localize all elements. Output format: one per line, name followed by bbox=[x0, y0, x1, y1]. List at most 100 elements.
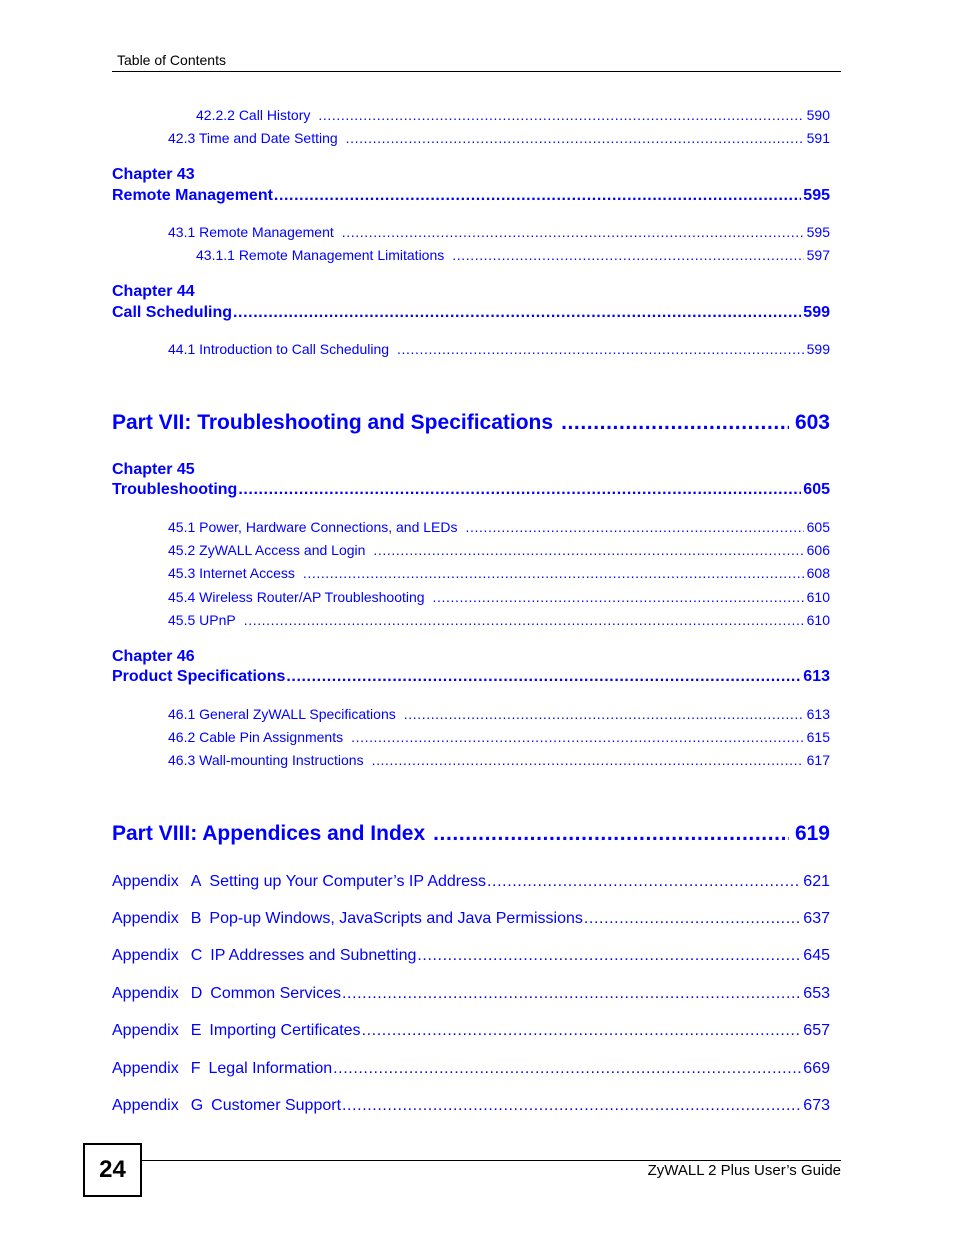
entry-page: 637 bbox=[803, 910, 830, 927]
appendix-a-entry[interactable]: Appendix A Setting up Your Computer’s IP A… bbox=[112, 873, 830, 891]
toc-entry-43-1[interactable]: 43.1 Remote Management 595 bbox=[168, 224, 830, 240]
entry-page: 615 bbox=[806, 729, 830, 745]
toc-entry-46-3[interactable]: 46.3 Wall-mounting Instructions 617 bbox=[168, 752, 830, 768]
chapter-45-label: Chapter 45 bbox=[112, 461, 195, 478]
entry-page: 613 bbox=[803, 668, 830, 685]
entry-page: 673 bbox=[803, 1097, 830, 1114]
toc-entry-43-1-1[interactable]: 43.1.1 Remote Management Limitations 597 bbox=[196, 247, 830, 263]
appendix-letter: D bbox=[190, 985, 203, 1002]
entry-page: 645 bbox=[803, 947, 830, 964]
leader-dots bbox=[303, 565, 804, 581]
entry-page: 610 bbox=[806, 589, 830, 605]
entry-label: Appendix E Importing Certificates bbox=[112, 1022, 361, 1040]
entry-label: Appendix D Common Services bbox=[112, 985, 341, 1003]
entry-page: 605 bbox=[803, 481, 830, 498]
entry-page: 603 bbox=[794, 411, 830, 434]
toc-entry-42-2-2[interactable]: 42.2.2 Call History 590 bbox=[196, 107, 830, 123]
leader-dots bbox=[274, 187, 801, 205]
part-7-entry[interactable]: Part VII: Troubleshooting and Specificat… bbox=[112, 411, 830, 435]
entry-label: Appendix A Setting up Your Computer’s IP A… bbox=[112, 873, 486, 891]
entry-label: Call Scheduling bbox=[112, 304, 233, 321]
entry-page: 610 bbox=[806, 612, 830, 628]
chapter-45-title-entry[interactable]: Troubleshooting 605 bbox=[112, 481, 830, 499]
appendix-f-entry[interactable]: Appendix F Legal Information 669 bbox=[112, 1060, 830, 1078]
chapter-43-title-entry[interactable]: Remote Management 595 bbox=[112, 187, 830, 205]
entry-label: 45.3 Internet Access bbox=[168, 565, 295, 581]
entry-page: 595 bbox=[806, 224, 830, 240]
leader-dots bbox=[417, 947, 801, 965]
leader-dots bbox=[373, 542, 803, 558]
appendix-letter: B bbox=[190, 910, 202, 927]
entry-page: 617 bbox=[806, 752, 830, 768]
toc-entry-45-3[interactable]: 45.3 Internet Access 608 bbox=[168, 565, 830, 581]
appendix-b-entry[interactable]: Appendix B Pop-up Windows, JavaScripts and… bbox=[112, 910, 830, 928]
entry-label: 42.3 Time and Date Setting bbox=[168, 130, 338, 146]
appendix-letter: F bbox=[190, 1060, 201, 1077]
appendix-c-entry[interactable]: Appendix C IP Addresses and Subnetting 645 bbox=[112, 947, 830, 965]
leader-dots bbox=[238, 481, 801, 499]
leader-dots bbox=[342, 985, 801, 1003]
appendix-d-entry[interactable]: Appendix D Common Services 653 bbox=[112, 985, 830, 1003]
chapter-44-title-entry[interactable]: Call Scheduling 599 bbox=[112, 304, 830, 322]
chapter-46-label: Chapter 46 bbox=[112, 648, 195, 665]
entry-page: 606 bbox=[806, 542, 830, 558]
chapter-46-title-entry[interactable]: Product Specifications 613 bbox=[112, 668, 830, 686]
leader-dots bbox=[433, 822, 789, 846]
entry-label: 42.2.2 Call History bbox=[196, 107, 311, 123]
leader-dots bbox=[286, 668, 801, 686]
footer-divider bbox=[140, 1160, 841, 1161]
leader-dots bbox=[342, 224, 804, 240]
entry-label: Remote Management bbox=[112, 187, 273, 204]
entry-label: 45.2 ZyWALL Access and Login bbox=[168, 542, 366, 558]
appendix-prefix: Appendix bbox=[112, 1060, 179, 1077]
appendix-prefix: Appendix bbox=[112, 1097, 179, 1114]
leader-dots bbox=[372, 752, 804, 768]
appendix-letter: E bbox=[190, 1022, 202, 1039]
appendix-prefix: Appendix bbox=[112, 1022, 179, 1039]
part-8-entry[interactable]: Part VIII: Appendices and Index 619 bbox=[112, 822, 830, 846]
leader-dots bbox=[584, 910, 801, 928]
appendix-title: Pop-up Windows, JavaScripts and Java Per… bbox=[209, 910, 583, 927]
appendix-title: Common Services bbox=[210, 985, 341, 1002]
entry-label: 46.1 General ZyWALL Specifications bbox=[168, 706, 396, 722]
leader-dots bbox=[342, 1097, 801, 1115]
chapter-43-label: Chapter 43 bbox=[112, 166, 195, 183]
entry-label: 44.1 Introduction to Call Scheduling bbox=[168, 341, 390, 357]
toc-entry-45-5[interactable]: 45.5 UPnP 610 bbox=[168, 612, 830, 628]
leader-dots bbox=[333, 1060, 801, 1078]
leader-dots bbox=[433, 589, 804, 605]
entry-label: 45.5 UPnP bbox=[168, 612, 236, 628]
toc-entry-45-2[interactable]: 45.2 ZyWALL Access and Login 606 bbox=[168, 542, 830, 558]
appendix-title: Setting up Your Computer’s IP Address bbox=[209, 873, 487, 890]
toc-entry-46-2[interactable]: 46.2 Cable Pin Assignments 615 bbox=[168, 729, 830, 745]
entry-label: Troubleshooting bbox=[112, 481, 238, 498]
appendix-g-entry[interactable]: Appendix G Customer Support 673 bbox=[112, 1097, 830, 1115]
appendix-e-entry[interactable]: Appendix E Importing Certificates 657 bbox=[112, 1022, 830, 1040]
toc-entry-45-1[interactable]: 45.1 Power, Hardware Connections, and LE… bbox=[168, 519, 830, 535]
guide-title: ZyWALL 2 Plus User’s Guide bbox=[647, 1162, 841, 1179]
toc-entry-45-4[interactable]: 45.4 Wireless Router/AP Troubleshooting 6… bbox=[168, 589, 830, 605]
appendix-prefix: Appendix bbox=[112, 873, 179, 890]
entry-label: Part VIII: Appendices and Index bbox=[112, 822, 426, 845]
page-number: 24 bbox=[83, 1143, 142, 1197]
leader-dots bbox=[351, 729, 804, 745]
entry-label: Product Specifications bbox=[112, 668, 286, 685]
entry-label: 45.1 Power, Hardware Connections, and LE… bbox=[168, 519, 458, 535]
toc-entry-42-3[interactable]: 42.3 Time and Date Setting 591 bbox=[168, 130, 830, 146]
appendix-prefix: Appendix bbox=[112, 910, 179, 927]
appendix-prefix: Appendix bbox=[112, 947, 179, 964]
entry-page: 599 bbox=[803, 304, 830, 321]
entry-label: 43.1 Remote Management bbox=[168, 224, 334, 240]
leader-dots bbox=[561, 411, 789, 435]
entry-label: 46.2 Cable Pin Assignments bbox=[168, 729, 344, 745]
toc-entry-44-1[interactable]: 44.1 Introduction to Call Scheduling 599 bbox=[168, 341, 830, 357]
entry-label: Appendix C IP Addresses and Subnetting bbox=[112, 947, 416, 965]
entry-page: 597 bbox=[806, 247, 830, 263]
entry-page: 613 bbox=[806, 706, 830, 722]
entry-page: 619 bbox=[794, 822, 830, 845]
toc-entry-46-1[interactable]: 46.1 General ZyWALL Specifications 613 bbox=[168, 706, 830, 722]
chapter-44-label: Chapter 44 bbox=[112, 283, 195, 300]
appendix-letter: G bbox=[190, 1097, 204, 1114]
entry-page: 591 bbox=[806, 130, 830, 146]
leader-dots bbox=[452, 247, 803, 263]
